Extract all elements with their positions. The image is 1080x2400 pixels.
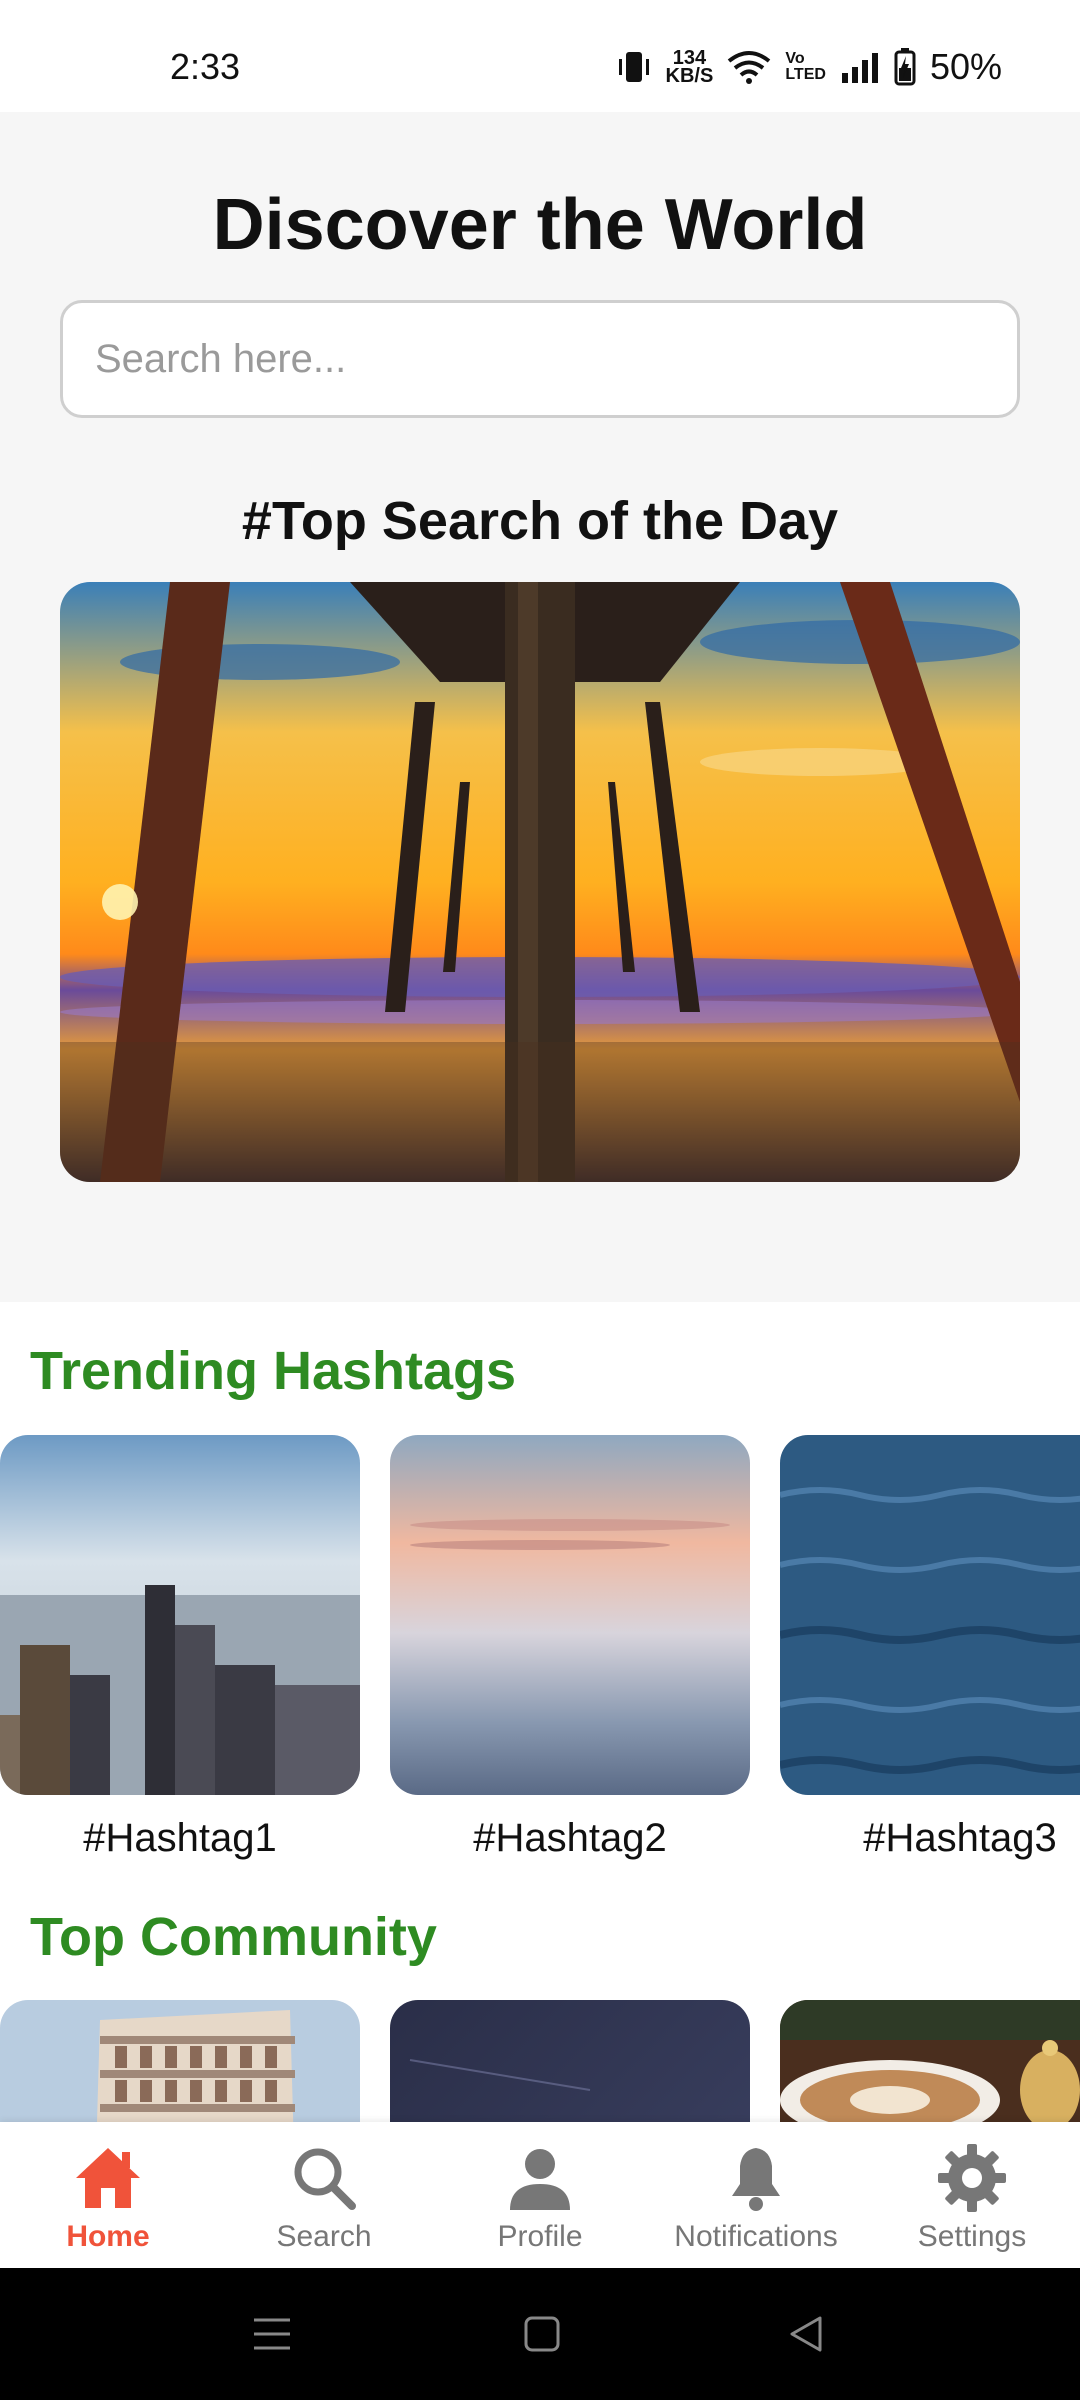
hashtag-label[interactable]: #Hashtag1 xyxy=(0,1816,360,1861)
network-speed-unit: KB/S xyxy=(665,65,714,87)
nav-notifications[interactable]: Notifications xyxy=(648,2122,864,2268)
back-icon[interactable] xyxy=(786,2312,826,2356)
system-nav-bar xyxy=(0,2268,1080,2400)
hero-section: Discover the World #Top Search of the Da… xyxy=(0,112,1080,1302)
leaning-tower-image[interactable] xyxy=(0,2000,360,2122)
signal-icon xyxy=(841,53,878,83)
community-heading: Top Community xyxy=(30,1907,437,1967)
nav-notifications-label: Notifications xyxy=(674,2220,838,2253)
battery-icon xyxy=(894,48,916,86)
profile-icon xyxy=(510,2149,570,2210)
coffee-cup-image[interactable] xyxy=(780,2000,1080,2122)
pier-sunset-image[interactable] xyxy=(60,582,1020,1182)
page-title: Discover the World xyxy=(212,185,868,265)
misty-sea-sunset-image[interactable] xyxy=(390,1435,750,1795)
nav-search-label: Search xyxy=(276,2220,372,2253)
volte-bottom-label: LTED xyxy=(785,66,826,83)
network-speed: 134 KB/S xyxy=(665,48,714,87)
search-icon xyxy=(294,2148,356,2210)
nav-profile[interactable]: Profile xyxy=(432,2122,648,2268)
night-sky-image[interactable] xyxy=(390,2000,750,2122)
nav-home[interactable]: Home xyxy=(0,2122,216,2268)
nav-search[interactable]: Search xyxy=(216,2122,432,2268)
status-time: 2:33 xyxy=(170,46,241,87)
status-bar: 2:33 134 KB/S Vo LTED 50% xyxy=(0,0,1080,112)
city-skyline-image[interactable] xyxy=(0,1435,360,1795)
bottom-nav: Home Search Profile Notifications Settin… xyxy=(0,2122,1080,2268)
top-search-title: #Top Search of the Day xyxy=(241,491,839,551)
wifi-icon xyxy=(728,51,771,84)
nav-settings[interactable]: Settings xyxy=(864,2122,1080,2268)
vibrate-icon xyxy=(618,52,649,82)
nav-settings-label: Settings xyxy=(917,2220,1027,2253)
community-row[interactable] xyxy=(0,2000,1080,2122)
menu-icon[interactable] xyxy=(252,2312,292,2356)
volte-indicator: Vo LTED xyxy=(785,51,826,83)
nav-home-label: Home xyxy=(66,2220,150,2253)
battery-percent: 50% xyxy=(929,46,1002,87)
trending-row[interactable] xyxy=(0,1435,1080,1795)
ocean-waves-image[interactable] xyxy=(780,1435,1080,1795)
trending-heading: Trending Hashtags xyxy=(30,1341,517,1401)
home-button-icon[interactable] xyxy=(522,2312,562,2356)
gear-icon xyxy=(938,2144,1006,2212)
hashtag-label[interactable]: #Hashtag3 xyxy=(780,1816,1080,1861)
bell-icon xyxy=(732,2148,780,2211)
hashtag-label[interactable]: #Hashtag2 xyxy=(390,1816,750,1861)
nav-profile-label: Profile xyxy=(497,2220,583,2253)
volte-top-label: Vo xyxy=(785,50,805,67)
search-input[interactable] xyxy=(60,300,1020,418)
status-icons: 134 KB/S Vo LTED 50% xyxy=(616,46,1002,88)
home-icon xyxy=(76,2148,140,2208)
